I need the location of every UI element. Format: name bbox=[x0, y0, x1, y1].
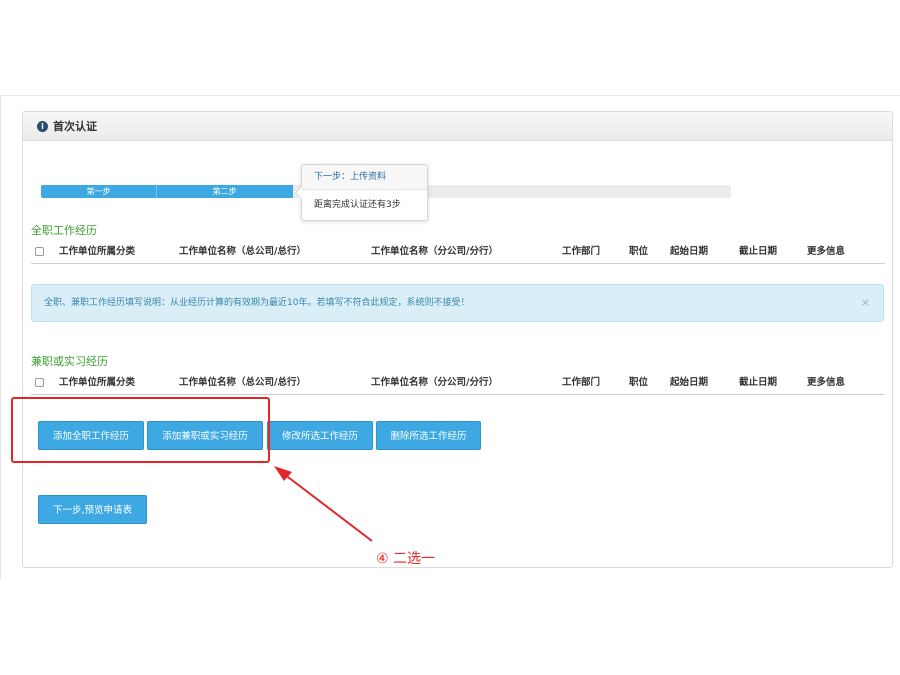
annotation-arrow bbox=[274, 466, 373, 542]
annotation-arrow-line bbox=[283, 473, 373, 542]
annotation-label: ④ 二选一 bbox=[376, 551, 436, 567]
